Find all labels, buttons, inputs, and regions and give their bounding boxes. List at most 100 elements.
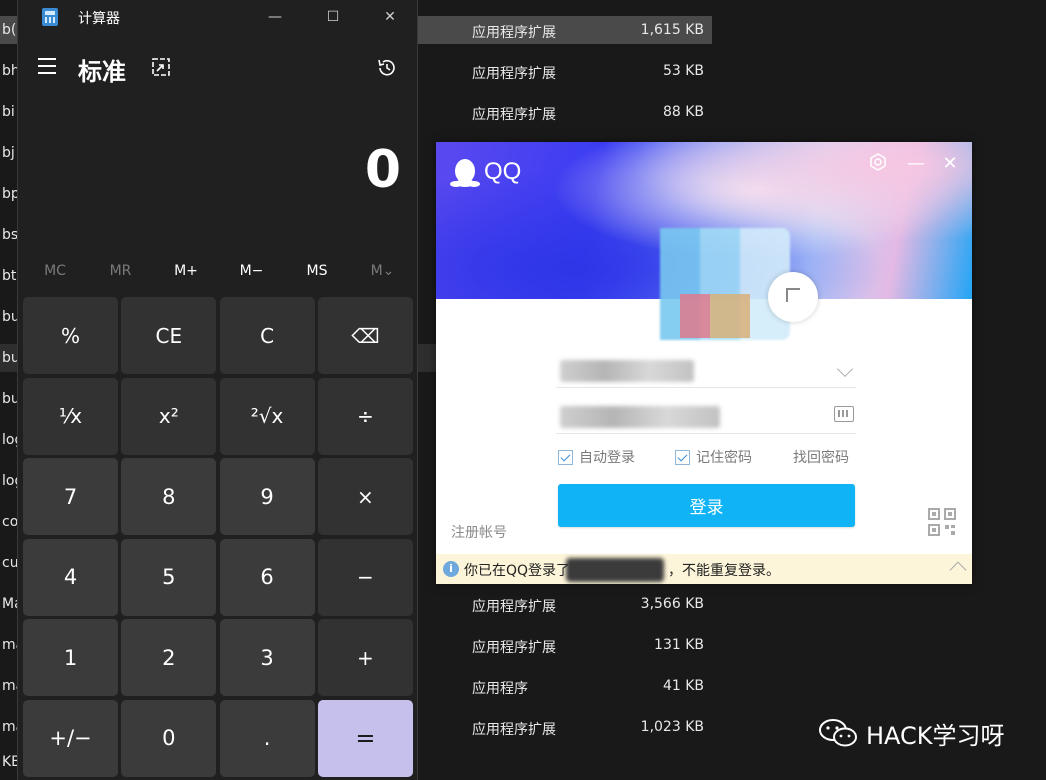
explorer-file-size: 3,566 KB <box>640 596 704 612</box>
keyboard-icon[interactable] <box>834 406 854 422</box>
close-button[interactable]: ✕ <box>375 6 405 28</box>
explorer-file-name: Ma <box>2 596 18 612</box>
negate-key[interactable]: +/− <box>23 699 118 777</box>
explorer-file-type: 应用程序扩展 <box>472 107 556 123</box>
auto-login-checkbox[interactable]: 自动登录 <box>558 447 635 467</box>
explorer-file-name: mal <box>2 719 18 735</box>
qr-code-icon[interactable] <box>928 508 956 536</box>
digit-2-key[interactable]: 2 <box>121 619 217 696</box>
recover-password-link[interactable]: 找回密码 <box>793 447 849 467</box>
memory-subtract-button[interactable]: M− <box>219 258 285 284</box>
add-key[interactable]: + <box>317 619 413 696</box>
explorer-file-name: bu <box>2 350 18 366</box>
explorer-file-size: 131 KB <box>654 637 704 653</box>
calculator-window: 计算器 — ☐ ✕ 标准 0 MC MR M+ M− MS M⌄ % CE C ⌫ ¹⁄x x² ²√… <box>17 0 418 780</box>
info-icon: i <box>443 561 459 577</box>
explorer-file-name: b( <box>2 22 17 38</box>
calculator-title: 计算器 <box>78 11 120 27</box>
digit-7-key[interactable]: 7 <box>23 458 118 535</box>
memory-row: MC MR M+ M− MS M⌄ <box>22 258 414 284</box>
history-icon[interactable] <box>375 56 399 80</box>
result-display: 0 <box>364 140 401 200</box>
explorer-file-size: 41 KB <box>662 678 704 694</box>
minimize-button[interactable]: — <box>260 6 290 28</box>
explorer-file-size: 1,023 KB <box>640 719 704 735</box>
explorer-file-type: 应用程序扩展 <box>472 722 556 738</box>
mode-title: 标准 <box>78 58 126 86</box>
qq-close-button[interactable]: ✕ <box>938 152 962 176</box>
calculator-app-icon <box>42 8 58 26</box>
digit-3-key[interactable]: 3 <box>219 619 315 696</box>
divide-key[interactable]: ÷ <box>317 377 413 455</box>
explorer-file-size: 1,615 KB <box>640 22 704 38</box>
digit-8-key[interactable]: 8 <box>121 458 217 535</box>
explorer-file-type: 应用程序扩展 <box>472 25 556 41</box>
explorer-file-name: log <box>2 473 18 489</box>
memory-add-button[interactable]: M+ <box>153 258 219 284</box>
digit-4-key[interactable]: 4 <box>23 538 118 616</box>
digit-5-key[interactable]: 5 <box>121 538 217 616</box>
explorer-file-name: bj <box>2 145 15 161</box>
avatar <box>630 224 818 342</box>
explorer-file-size: 88 KB <box>662 104 704 120</box>
explorer-file-type: 应用程序扩展 <box>472 640 556 656</box>
multiply-key[interactable]: × <box>317 458 413 535</box>
square-root-key[interactable]: ²√x <box>219 377 315 455</box>
memory-list-button[interactable]: M⌄ <box>350 258 416 284</box>
decimal-key[interactable]: . <box>219 699 315 777</box>
explorer-file-name: ma. <box>2 637 18 653</box>
digit-6-key[interactable]: 6 <box>219 538 315 616</box>
chevron-down-icon[interactable] <box>837 361 853 377</box>
digit-9-key[interactable]: 9 <box>219 458 315 535</box>
percent-key[interactable]: % <box>23 297 118 374</box>
square-key[interactable]: x² <box>121 377 217 455</box>
explorer-file-name: bi <box>2 104 15 120</box>
menu-icon[interactable] <box>38 58 58 76</box>
qq-login-window: QQ — ✕ 自动登录 记住密码 找回密码 登录 注册帐号 i 你已在QQ登录了… <box>436 142 972 584</box>
reciprocal-key[interactable]: ¹⁄x <box>23 377 118 455</box>
explorer-file-name: bs <box>2 227 18 243</box>
maximize-button[interactable]: ☐ <box>318 6 348 28</box>
backspace-key[interactable]: ⌫ <box>317 297 413 374</box>
explorer-file-name: mal <box>2 678 18 694</box>
watermark: HACK学习呀 <box>818 716 1005 750</box>
register-link[interactable]: 注册帐号 <box>451 522 507 542</box>
explorer-file-name: bp <box>2 186 18 202</box>
digit-0-key[interactable]: 0 <box>121 699 217 777</box>
explorer-file-name: bu <box>2 391 18 407</box>
account-field[interactable] <box>556 354 856 388</box>
explorer-file-name: log <box>2 432 18 448</box>
explorer-file-type: 应用程序扩展 <box>472 66 556 82</box>
calculator-titlebar[interactable]: 计算器 — ☐ ✕ <box>18 0 417 34</box>
remember-password-label: 记住密码 <box>696 450 752 466</box>
equals-key[interactable]: = <box>317 699 413 777</box>
password-field[interactable] <box>556 400 856 434</box>
explorer-file-name: bu <box>2 309 18 325</box>
notice-prefix: 你已在QQ登录了 <box>464 563 571 579</box>
explorer-file-name: con <box>2 514 18 530</box>
explorer-file-name: cua. <box>2 555 18 571</box>
subtract-key[interactable]: − <box>317 538 413 616</box>
qq-brand: QQ <box>484 158 522 185</box>
digit-1-key[interactable]: 1 <box>23 619 118 696</box>
chevron-up-icon[interactable] <box>949 561 967 579</box>
explorer-file-name: bt <box>2 268 17 284</box>
clear-entry-key[interactable]: CE <box>121 297 217 374</box>
qq-penguin-icon <box>450 159 480 187</box>
explorer-file-type: 应用程序扩展 <box>472 599 556 615</box>
qq-minimize-button[interactable]: — <box>904 152 928 176</box>
auto-login-label: 自动登录 <box>579 450 635 466</box>
keep-on-top-icon[interactable] <box>150 56 172 78</box>
clear-key[interactable]: C <box>219 297 315 374</box>
memory-store-button[interactable]: MS <box>284 258 350 284</box>
explorer-file-name: KB <box>2 754 18 770</box>
memory-clear-button[interactable]: MC <box>22 258 88 284</box>
memory-recall-button[interactable]: MR <box>88 258 154 284</box>
explorer-file-size: 53 KB <box>662 63 704 79</box>
remember-password-checkbox[interactable]: 记住密码 <box>675 447 752 467</box>
notice-suffix: ，不能重复登录。 <box>668 563 780 579</box>
avatar-status-badge[interactable] <box>768 272 818 322</box>
explorer-file-name: bh <box>2 63 18 79</box>
login-button[interactable]: 登录 <box>558 484 855 527</box>
settings-gear-icon[interactable] <box>866 152 890 176</box>
